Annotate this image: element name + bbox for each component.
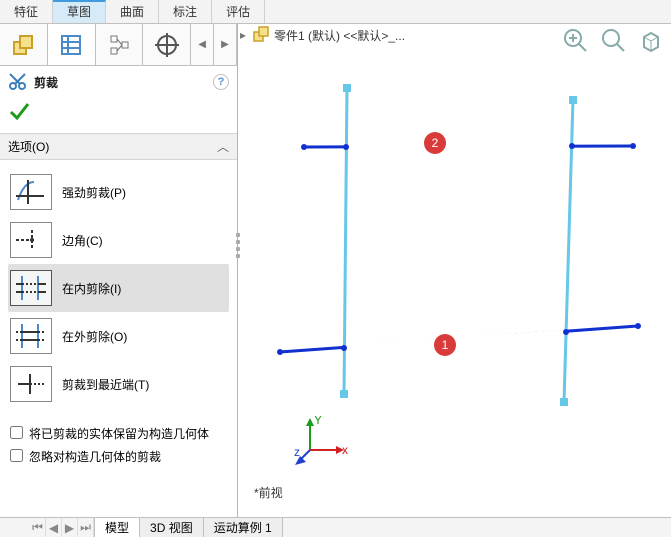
checkbox-label: 忽略对构造几何体的剪裁 bbox=[29, 448, 161, 465]
tab-evaluate[interactable]: 评估 bbox=[212, 0, 265, 23]
svg-text:x: x bbox=[342, 443, 348, 457]
endpoint-handle[interactable] bbox=[569, 96, 577, 104]
corner-icon bbox=[10, 222, 52, 258]
tab-surface[interactable]: 曲面 bbox=[106, 0, 159, 23]
section-label: 选项(O) bbox=[8, 138, 49, 155]
option-trim-outside[interactable]: 在外剪除(O) bbox=[8, 312, 229, 360]
trimmed-segment bbox=[348, 146, 572, 147]
endpoint-handle[interactable] bbox=[630, 143, 636, 149]
tab-nav-next[interactable]: ▶ bbox=[62, 518, 78, 537]
endpoint-handle[interactable] bbox=[563, 329, 569, 335]
feature-tree-icon bbox=[10, 32, 36, 58]
tab-nav-last[interactable]: ⏭ bbox=[78, 518, 94, 537]
panel-splitter[interactable] bbox=[236, 230, 242, 280]
bottom-tab-3dview[interactable]: 3D 视图 bbox=[140, 518, 204, 537]
property-manager-panel: ◀ ▶ 剪裁 ? 选项(O) ︿ 强劲剪裁(P) bbox=[0, 24, 238, 517]
graphics-area[interactable]: ▸ 零件1 (默认) <<默认>_... bbox=[238, 24, 671, 517]
property-manager-tab[interactable] bbox=[48, 24, 96, 65]
pm-title: 剪裁 bbox=[34, 74, 213, 91]
callout-marker-1: 1 bbox=[434, 334, 456, 356]
option-trim-inside[interactable]: 在内剪除(I) bbox=[8, 264, 229, 312]
endpoint-handle[interactable] bbox=[343, 144, 349, 150]
manager-tab-bar: ◀ ▶ bbox=[0, 24, 237, 66]
option-label: 强劲剪裁(P) bbox=[62, 184, 126, 201]
endpoint-handle[interactable] bbox=[560, 398, 568, 406]
svg-text:Y: Y bbox=[314, 416, 322, 427]
options-section-header[interactable]: 选项(O) ︿ bbox=[0, 133, 237, 160]
cube-icon bbox=[638, 27, 664, 53]
option-label: 边角(C) bbox=[62, 232, 103, 249]
configuration-manager-tab[interactable] bbox=[96, 24, 144, 65]
config-icon bbox=[106, 32, 132, 58]
view-toolbar bbox=[561, 26, 665, 54]
power-trim-icon bbox=[10, 174, 52, 210]
svg-text:z: z bbox=[294, 445, 300, 459]
tab-features[interactable]: 特征 bbox=[0, 0, 53, 23]
trim-options-list: 强劲剪裁(P) 边角(C) 在内剪除(I) 在外剪除(O) bbox=[0, 160, 237, 416]
checkbox-ignore-construction[interactable]: 忽略对构造几何体的剪裁 bbox=[10, 445, 227, 468]
option-label: 在外剪除(O) bbox=[62, 328, 127, 345]
trim-outside-icon bbox=[10, 318, 52, 354]
bottom-tab-bar: ⏮ ◀ ▶ ⏭ 模型 3D 视图 运动算例 1 bbox=[0, 517, 671, 537]
option-corner[interactable]: 边角(C) bbox=[8, 216, 229, 264]
tab-annotate[interactable]: 标注 bbox=[159, 0, 212, 23]
endpoint-handle[interactable] bbox=[277, 349, 283, 355]
chevron-up-icon: ︿ bbox=[217, 138, 229, 155]
checkbox-label: 将已剪裁的实体保留为构造几何体 bbox=[29, 425, 209, 442]
checkbox-input[interactable] bbox=[10, 449, 23, 462]
tab-nav-first[interactable]: ⏮ bbox=[30, 518, 46, 537]
endpoint-handle[interactable] bbox=[341, 345, 347, 351]
option-power-trim[interactable]: 强劲剪裁(P) bbox=[8, 168, 229, 216]
orientation-triad[interactable]: Y x z bbox=[294, 416, 349, 469]
magnifier-icon bbox=[600, 27, 626, 53]
tab-nav-prev[interactable]: ◀ bbox=[46, 518, 62, 537]
tab-nav-prev[interactable]: ◀ bbox=[191, 24, 214, 65]
option-label: 剪裁到最近端(T) bbox=[62, 376, 149, 393]
magnifier-plus-icon bbox=[562, 27, 588, 53]
tab-sketch[interactable]: 草图 bbox=[53, 0, 106, 23]
view-orientation-label: *前视 bbox=[254, 484, 283, 501]
tab-nav-next[interactable]: ▶ bbox=[214, 24, 237, 65]
checkbox-input[interactable] bbox=[10, 426, 23, 439]
property-icon bbox=[58, 32, 84, 58]
zoom-area-button[interactable] bbox=[599, 26, 627, 54]
checkbox-keep-as-construction[interactable]: 将已剪裁的实体保留为构造几何体 bbox=[10, 422, 227, 445]
previous-view-button[interactable] bbox=[637, 26, 665, 54]
option-trim-closest[interactable]: 剪裁到最近端(T) bbox=[8, 360, 229, 408]
bottom-tab-motion[interactable]: 运动算例 1 bbox=[204, 518, 283, 537]
feature-manager-tab[interactable] bbox=[0, 24, 48, 65]
endpoint-handle[interactable] bbox=[340, 390, 348, 398]
trim-closest-icon bbox=[10, 366, 52, 402]
help-button[interactable]: ? bbox=[213, 74, 229, 90]
endpoint-handle[interactable] bbox=[301, 144, 307, 150]
endpoint-handle[interactable] bbox=[635, 323, 641, 329]
bottom-tab-model[interactable]: 模型 bbox=[95, 518, 140, 537]
trim-inside-icon bbox=[10, 270, 52, 306]
trim-icon bbox=[8, 72, 28, 92]
endpoint-handle[interactable] bbox=[569, 143, 575, 149]
zoom-to-fit-button[interactable] bbox=[561, 26, 589, 54]
target-icon bbox=[154, 32, 180, 58]
endpoint-handle[interactable] bbox=[343, 84, 351, 92]
callout-marker-2: 2 bbox=[424, 132, 446, 154]
option-label: 在内剪除(I) bbox=[62, 280, 121, 297]
ok-button[interactable] bbox=[8, 100, 30, 122]
dimxpert-tab[interactable] bbox=[143, 24, 191, 65]
command-tab-bar: 特征 草图 曲面 标注 评估 bbox=[0, 0, 671, 24]
